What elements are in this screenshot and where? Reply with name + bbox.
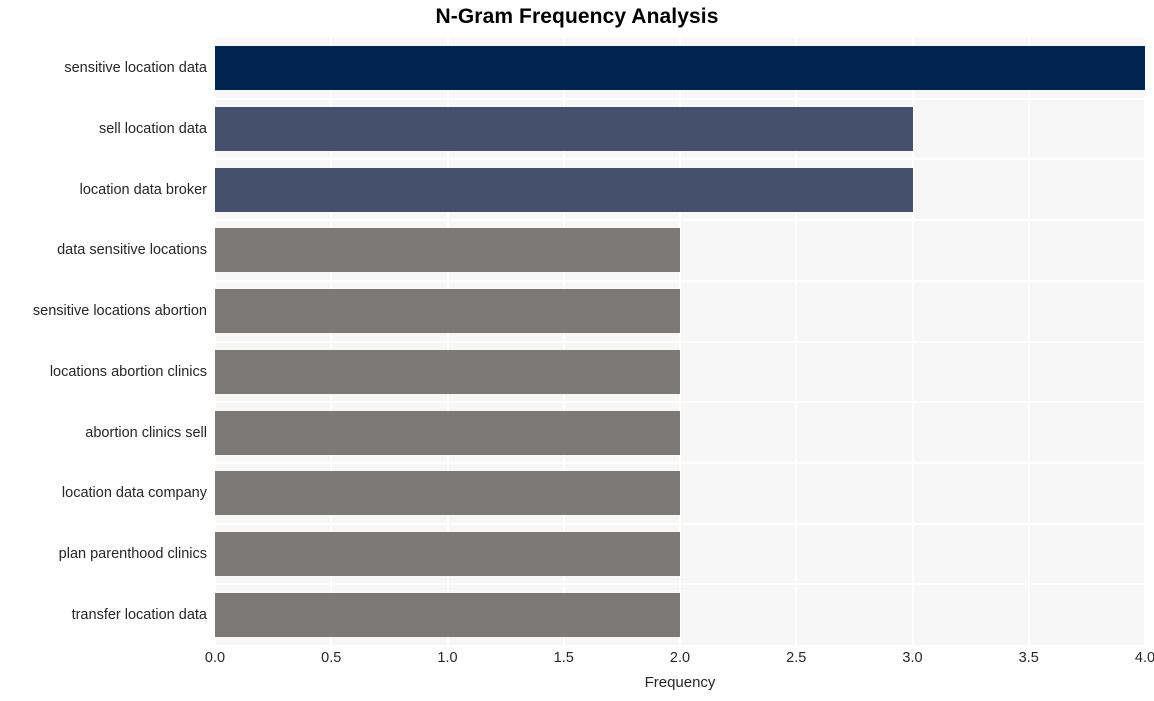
x-axis-tick-label: 0.5	[321, 650, 342, 666]
y-axis-tick-label: location data company	[61, 485, 207, 502]
y-axis-tick-label: sell location data	[98, 121, 207, 138]
bar	[215, 410, 680, 455]
gridline-horizontal	[215, 340, 1145, 343]
x-axis-tick-label: 2.0	[669, 650, 691, 666]
x-axis-tick-label: 1.5	[553, 650, 574, 666]
gridline-horizontal	[215, 401, 1145, 404]
bar	[215, 471, 680, 516]
gridline-horizontal	[215, 583, 1145, 586]
y-axis-tick-label: abortion clinics sell	[85, 424, 207, 441]
chart-title: N-Gram Frequency Analysis	[435, 5, 719, 28]
gridline-horizontal	[215, 97, 1145, 100]
chart-figure: N-Gram Frequency Analysis sensitive loca…	[0, 0, 1154, 701]
y-axis-tick-label: plan parenthood clinics	[58, 545, 207, 562]
x-axis-tick-labels: 0.0 0.5 1.0 1.5 2.0 2.5 3.0 3.5 4.0	[205, 650, 1154, 672]
y-axis-tick-label: sensitive location data	[64, 60, 207, 77]
gridline-horizontal	[215, 522, 1145, 525]
bar	[215, 107, 913, 152]
bar	[215, 349, 680, 394]
x-axis-tick-label: 2.5	[786, 650, 807, 666]
bar	[215, 46, 1145, 91]
y-axis-tick-labels: sensitive location data sell location dat…	[0, 38, 207, 645]
bar	[215, 228, 680, 273]
gridline-horizontal	[215, 219, 1145, 222]
x-axis-tick-label: 1.0	[437, 650, 458, 666]
bar	[215, 289, 680, 334]
gridline-horizontal	[215, 279, 1145, 282]
x-axis-tick-label: 0.0	[204, 650, 226, 666]
x-axis-tick-label: 3.0	[902, 650, 923, 666]
y-axis-tick-label: sensitive locations abortion	[32, 303, 207, 320]
y-axis-tick-label: data sensitive locations	[57, 242, 207, 259]
x-axis-tick-label: 3.5	[1018, 650, 1039, 666]
gridline-horizontal	[215, 461, 1145, 464]
y-axis-tick-label: locations abortion clinics	[49, 363, 207, 380]
bar	[215, 531, 680, 576]
plot-area	[214, 38, 1146, 645]
gridline-horizontal	[215, 158, 1145, 161]
x-axis-tick-label: 4.0	[1134, 650, 1154, 666]
bar	[215, 167, 913, 212]
y-axis-tick-label: transfer location data	[71, 606, 207, 623]
y-axis-tick-label: location data broker	[79, 181, 207, 198]
x-axis-title: Frequency	[644, 674, 716, 691]
bar	[215, 592, 680, 637]
